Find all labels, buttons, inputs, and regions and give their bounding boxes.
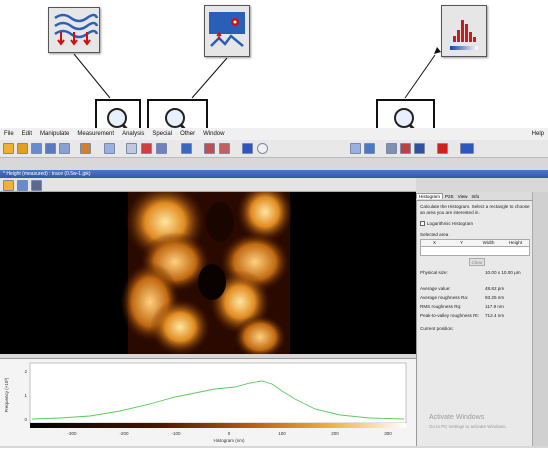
window-view-button[interactable]	[31, 180, 42, 191]
side-scrollbar[interactable]	[532, 192, 548, 446]
color-scale-bar	[30, 423, 406, 428]
histogram-side-panel: Calculate the Histogram. Select a rectan…	[416, 192, 532, 446]
tool-button-b[interactable]	[141, 143, 152, 154]
open-folder-button[interactable]	[17, 143, 28, 154]
selected-area-label: Selected area	[420, 232, 449, 237]
line-correction-button[interactable]	[104, 143, 115, 154]
menu-measurement[interactable]: Measurement	[73, 131, 118, 137]
tool-button-f[interactable]	[242, 143, 253, 154]
window-title: * Height (measured) : trace (0.5w-1.jpk)	[0, 170, 548, 178]
stat-label: Average roughness Ra:	[420, 295, 469, 300]
selected-area-table: X Y Width Height	[420, 239, 530, 247]
tool-button-k[interactable]	[414, 143, 425, 154]
x-tick-5: 200	[331, 431, 339, 436]
afm-image-panel	[0, 182, 416, 359]
col-height: Height	[508, 240, 523, 245]
tool-button-j[interactable]	[386, 143, 397, 154]
physical-size-value: 10.00 x 10.00 μm	[485, 270, 521, 275]
save-as-button[interactable]	[45, 143, 56, 154]
histogram-intro: Calculate the Histogram. Select a rectan…	[420, 204, 530, 215]
afm-height-image[interactable]	[0, 182, 416, 359]
y-tick-0: 0	[24, 417, 27, 422]
menu-window[interactable]: Window	[199, 131, 228, 137]
side-panel-tabs: Histogram P2S View Info	[416, 192, 532, 201]
log-histogram-row: Logarithmic Histogram	[420, 221, 473, 226]
color-scale-button[interactable]	[80, 143, 91, 154]
physical-size-label: Physical size:	[420, 270, 448, 275]
col-y: Y	[459, 240, 464, 245]
menu-help[interactable]: Help	[528, 131, 548, 137]
log-histogram-checkbox[interactable]	[420, 221, 425, 226]
watermark-title: Activate Windows	[429, 414, 485, 421]
menu-bar: File Edit Manipulate Measurement Analysi…	[0, 128, 548, 140]
stat-value: 712.4 nm	[485, 313, 505, 318]
y-tick-1: 1	[24, 393, 27, 398]
tool-button-c[interactable]	[156, 143, 167, 154]
menu-other[interactable]: Other	[176, 131, 199, 137]
tab-info[interactable]: Info	[470, 194, 482, 199]
delete-button[interactable]	[437, 143, 448, 154]
histogram-graph-panel: Frequency (×10³) 0 1 2 -300 -200 -100 0 …	[0, 358, 416, 446]
stat-value: 48.82 pm	[485, 286, 505, 291]
x-tick-2: -100	[171, 431, 181, 436]
histogram-graph[interactable]: Frequency (×10³) 0 1 2 -300 -200 -100 0 …	[0, 359, 416, 447]
x-axis-label: Histogram (nm)	[213, 438, 245, 443]
clear-button[interactable]: Clear	[469, 258, 485, 266]
tab-histogram[interactable]: Histogram	[416, 193, 443, 199]
menu-file[interactable]: File	[0, 131, 18, 137]
menu-edit[interactable]: Edit	[18, 131, 36, 137]
tool-button-d[interactable]	[204, 143, 215, 154]
stat-label: Peak-to-valley roughness Rt:	[420, 313, 479, 318]
surface-leveling-button[interactable]	[181, 143, 192, 154]
x-tick-3: 0	[228, 431, 231, 436]
callout-lines	[73, 47, 441, 99]
stat-label: Average value:	[420, 286, 451, 291]
stat-label: RMS roughness Rq:	[420, 304, 462, 309]
stat-value: 117.9 nm	[485, 304, 504, 309]
col-width: Width	[482, 240, 495, 245]
toolbar	[0, 140, 548, 158]
tool-button-i[interactable]	[364, 143, 375, 154]
window-toolbar	[0, 178, 416, 192]
tool-button-g[interactable]	[257, 143, 268, 154]
log-histogram-label: Logarithmic Histogram	[427, 221, 473, 226]
stat-value: 93.25 nm	[485, 295, 505, 300]
y-axis-label: Frequency (×10³)	[4, 377, 9, 412]
window-open-button[interactable]	[3, 180, 14, 191]
print-button[interactable]	[59, 143, 70, 154]
open-button[interactable]	[3, 143, 14, 154]
tool-button-h[interactable]	[350, 143, 361, 154]
3d-view-button[interactable]	[460, 143, 474, 154]
tab-view[interactable]: View	[456, 194, 470, 199]
tool-button-a[interactable]	[126, 143, 137, 154]
window-save-button[interactable]	[17, 180, 28, 191]
y-tick-2: 2	[24, 369, 27, 374]
tab-p2s[interactable]: P2S	[443, 194, 456, 199]
x-tick-6: 300	[384, 431, 392, 436]
x-tick-1: -200	[119, 431, 129, 436]
menu-manipulate[interactable]: Manipulate	[36, 131, 73, 137]
watermark-text: Go to PC settings to activate Windows.	[429, 424, 507, 429]
menu-special[interactable]: Special	[148, 131, 176, 137]
x-tick-4: 100	[278, 431, 286, 436]
x-tick-0: -300	[67, 431, 77, 436]
save-button[interactable]	[31, 143, 42, 154]
col-x: X	[432, 240, 437, 245]
current-position-label: Current position:	[420, 326, 454, 331]
menu-analysis[interactable]: Analysis	[118, 131, 148, 137]
tool-button-e[interactable]	[219, 143, 230, 154]
histogram-button[interactable]	[400, 143, 411, 154]
selected-area-values[interactable]	[420, 247, 530, 256]
